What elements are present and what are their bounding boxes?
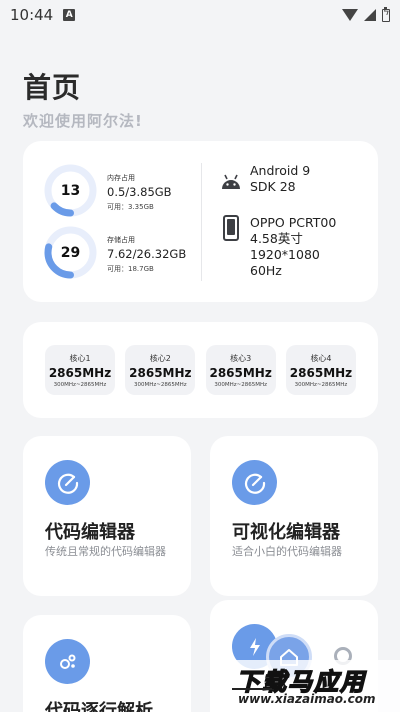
storage-label: 存储占用 bbox=[107, 236, 135, 244]
code-parse-card[interactable]: 代码逐行解析 bbox=[23, 615, 191, 712]
refresh-rate: 60Hz bbox=[250, 263, 282, 278]
cpu-core-freq: 2865MHz bbox=[209, 365, 272, 380]
cpu-core-4: 核心4 2865MHz 300MHz~2865MHz bbox=[285, 345, 356, 395]
memory-label: 内存占用 bbox=[107, 174, 135, 182]
storage-percent: 29 bbox=[60, 244, 81, 261]
screen-size: 4.58英寸 bbox=[250, 231, 303, 246]
feature-desc: 适合小白的代码编辑器 bbox=[232, 545, 342, 558]
os-info: Android 9 SDK 28 bbox=[250, 163, 310, 195]
molecule-icon bbox=[45, 639, 90, 684]
os-name: Android 9 bbox=[250, 163, 311, 178]
cpu-card[interactable]: 核心1 2865MHz 300MHz~2865MHz 核心2 2865MHz 3… bbox=[23, 322, 378, 418]
feature-title: 代码逐行解析 bbox=[45, 701, 153, 712]
memory-info: 内存占用 0.5/3.85GB 可用：3.35GB bbox=[107, 173, 172, 212]
battery-charging-icon bbox=[382, 6, 390, 22]
storage-available: 可用：18.7GB bbox=[107, 265, 154, 273]
page-title: 首页 bbox=[23, 71, 82, 104]
cpu-core-freq: 2865MHz bbox=[289, 365, 353, 380]
cpu-core-range: 300MHz~2865MHz bbox=[294, 381, 348, 388]
divider bbox=[201, 163, 202, 281]
cpu-core-name: 核心4 bbox=[310, 353, 332, 363]
wifi-icon bbox=[342, 9, 358, 21]
status-bar: 10:44 A bbox=[0, 0, 400, 30]
os-sdk: SDK 28 bbox=[250, 179, 296, 194]
cpu-core-2: 核心2 2865MHz 300MHz~2865MHz bbox=[125, 345, 196, 395]
feature-title: 可视化编辑器 bbox=[232, 522, 340, 543]
device-model: OPPO PCRT00 bbox=[250, 215, 337, 230]
page-header: 首页 欢迎使用阿尔法! bbox=[0, 30, 400, 131]
watermark-underline bbox=[232, 688, 272, 690]
cpu-core-freq: 2865MHz bbox=[48, 365, 112, 380]
visual-editor-card[interactable]: 可视化编辑器 适合小白的代码编辑器 bbox=[210, 436, 378, 596]
feature-title: 代码编辑器 bbox=[45, 522, 135, 543]
storage-info: 存储占用 7.62/26.32GB 可用：18.7GB bbox=[107, 235, 186, 274]
storage-used-total: 7.62/26.32GB bbox=[107, 247, 187, 261]
cpu-core-3: 核心3 2865MHz 300MHz~2865MHz bbox=[205, 345, 276, 395]
code-editor-card[interactable]: 代码编辑器 传统且常规的代码编辑器 bbox=[23, 436, 191, 596]
memory-usage-ring: 13 bbox=[43, 163, 98, 218]
edit-icon bbox=[45, 460, 90, 505]
signal-icon bbox=[364, 9, 376, 21]
cpu-core-freq: 2865MHz bbox=[129, 365, 192, 380]
memory-used-total: 0.5/3.85GB bbox=[107, 185, 172, 199]
phone-icon bbox=[223, 215, 239, 241]
cpu-core-range: 300MHz~2865MHz bbox=[134, 381, 187, 388]
edit-icon bbox=[232, 460, 277, 505]
cpu-core-1: 核心1 2865MHz 300MHz~2865MHz bbox=[45, 345, 115, 395]
cpu-core-name: 核心2 bbox=[149, 353, 171, 363]
page-subtitle: 欢迎使用阿尔法! bbox=[23, 112, 143, 130]
cpu-core-name: 核心1 bbox=[69, 353, 91, 363]
storage-usage-ring: 29 bbox=[43, 225, 98, 280]
screen-resolution: 1920*1080 bbox=[250, 247, 320, 262]
status-time: 10:44 bbox=[10, 6, 54, 24]
notification-icon: A bbox=[63, 9, 76, 21]
memory-percent: 13 bbox=[60, 182, 81, 199]
watermark-logo: 下载马应用 www.xiazaimao.com bbox=[232, 660, 400, 712]
device-info-card[interactable]: 13 内存占用 0.5/3.85GB 可用：3.35GB 29 存储占用 7.6… bbox=[23, 141, 378, 302]
watermark-url: www.xiazaimao.com bbox=[238, 692, 376, 706]
status-icons bbox=[342, 6, 390, 22]
cpu-core-range: 300MHz~2865MHz bbox=[53, 381, 107, 388]
memory-available: 可用：3.35GB bbox=[107, 203, 154, 211]
device-model-info: OPPO PCRT00 4.58英寸 1920*1080 60Hz bbox=[250, 215, 336, 279]
android-icon bbox=[222, 174, 240, 189]
cpu-core-range: 300MHz~2865MHz bbox=[214, 381, 267, 388]
cpu-core-name: 核心3 bbox=[230, 353, 252, 363]
feature-desc: 传统且常规的代码编辑器 bbox=[45, 545, 166, 558]
